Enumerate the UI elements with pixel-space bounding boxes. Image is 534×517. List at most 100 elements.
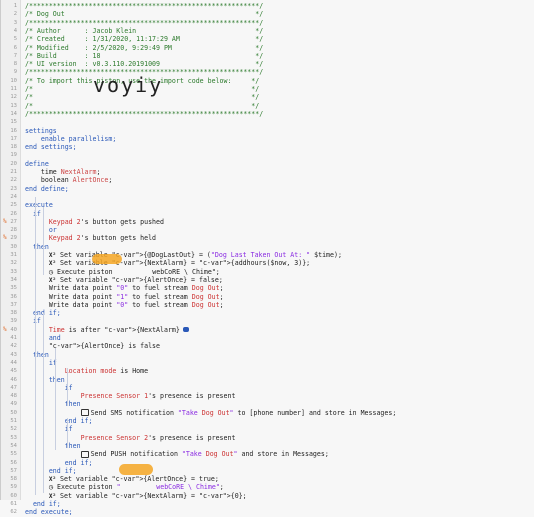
line-number: 19 [10,152,17,159]
line-text: then [64,400,81,409]
line-number: 23 [10,185,17,192]
line-text: then [64,441,81,450]
line-number: 14 [10,110,17,117]
code-line: 27% Keypad 2's button gets pushed [1,218,534,226]
line-number: 46 [10,376,17,383]
line-number: 55 [10,451,17,458]
code-line: 47 if [1,384,534,392]
line-number: 32 [10,260,17,267]
line-text: Time is after "c-var">{NextAlarm} [25,326,189,334]
code-line: 4 /* Author : Jacob Klein */ [1,27,534,35]
line-text: if [32,317,41,326]
line-text: then [48,375,65,384]
line-marker-icon[interactable]: % [3,234,7,242]
code-line: 26 if [1,210,534,218]
code-line: 36 Write data point "1" to fuel stream D… [1,293,534,301]
code-line: 9/**************************************… [1,68,534,76]
line-marker-icon[interactable]: % [3,326,7,334]
line-number: 35 [10,285,17,292]
line-text: define [25,159,49,168]
import-code-row: voyiy [1,75,534,96]
code-line: 19 [1,151,534,159]
line-text: boolean AlertOnce; [25,176,113,185]
code-editor[interactable]: 1 /**************************************… [0,0,534,516]
code-line: 49 then [1,400,534,408]
timer-badge-icon [182,327,189,333]
code-line: 61 end if; [1,500,534,508]
line-text: /***************************************… [25,18,264,27]
code-line: 45 Location mode is Home [1,367,534,375]
message-icon [80,450,89,458]
code-line: 18 end settings; [1,143,534,151]
line-text: Send SMS notification "Take Dog Out" to … [25,409,396,417]
line-text: then [32,242,49,251]
code-line: 48 Presence Sensor 1's presence is prese… [1,392,534,400]
line-number: 43 [10,351,17,358]
code-line: 60 X² Set variable "c-var">{NextAlarm} =… [1,492,534,500]
code-line: 15 [1,118,534,126]
code-line: 3 /**************************************… [1,19,534,27]
line-number: 52 [10,426,17,433]
block-guide [67,418,68,448]
line-text: "c-var">{AlertOnce} is false [48,342,160,351]
line-number: 42 [10,343,17,350]
line-text: if [64,383,73,392]
code-line: 30 then [1,243,534,251]
line-number: 38 [10,310,17,317]
line-text: /* Created : 1/31/2020, 11:17:29 AM */ [25,35,264,44]
line-number: 20 [10,160,17,167]
variable-icon: X² [48,476,57,484]
line-number: 57 [10,467,17,474]
line-text: /***************************************… [25,109,264,118]
variable-icon: X² [48,276,57,284]
redacted-mark [119,464,153,475]
line-text: Write data point "0" to fuel stream Dog … [25,284,224,293]
line-number: 51 [10,418,17,424]
code-line: 56 end if; [1,459,534,467]
block-guide [43,207,44,275]
line-number: 56 [10,459,17,466]
code-line: 16 settings [1,127,534,135]
line-text: if [48,358,57,367]
line-text: ◷ Execute piston " webCoRE \ Chime"; [48,483,224,492]
line-text: end if; [48,466,77,475]
line-text: Keypad 2's button gets held [48,234,157,243]
line-number: 45 [10,368,17,375]
code-line: 5 /* Created : 1/31/2020, 11:17:29 AM */ [1,35,534,43]
code-line: 12/* */ [1,93,534,101]
line-number: 2 [13,11,17,18]
code-line: 7 /* Build : 18 */ [1,52,534,60]
line-text: Write data point "1" to fuel stream Dog … [25,292,224,301]
code-line: 54 then [1,442,534,450]
block-guide [43,313,44,493]
line-text: Send PUSH notification "Take Dog Out" an… [25,450,329,458]
line-number: 48 [10,393,17,400]
line-text: /* Build : 18 */ [25,51,264,60]
line-number: 4 [13,27,17,34]
code-line: 13/* */ [1,102,534,110]
code-line: 46 then [1,376,534,384]
code-line: 28 or [1,226,534,234]
code-line: 35 Write data point "0" to fuel stream D… [1,284,534,292]
line-text: /* UI version : v0.3.110.20191009 */ [25,60,264,69]
message-icon [80,409,89,417]
line-marker-icon[interactable]: % [3,218,7,226]
redacted-mark [92,254,122,264]
code-line: 31 X² Set variable "c-var">{@DogLastOut}… [1,251,534,259]
code-line: 2 /* Dog Out */ [1,10,534,18]
line-number: 26 [10,210,17,217]
line-number: 62 [10,509,17,516]
line-text: end define; [25,184,69,193]
line-number: 15 [10,119,17,126]
line-text: settings [25,126,57,135]
code-line: 53 Presence Sensor 2's presence is prese… [1,434,534,442]
code-line: 58 X² Set variable "c-var">{AlertOnce} =… [1,475,534,483]
line-number: 39 [10,318,17,325]
line-text: end if; [32,500,61,508]
line-text: end execute; [25,508,73,517]
line-text: if [32,209,41,218]
code-line: 25 execute [1,201,534,209]
line-number: 44 [10,359,17,366]
line-number: 16 [10,127,17,134]
variable-icon: X² [48,492,57,500]
